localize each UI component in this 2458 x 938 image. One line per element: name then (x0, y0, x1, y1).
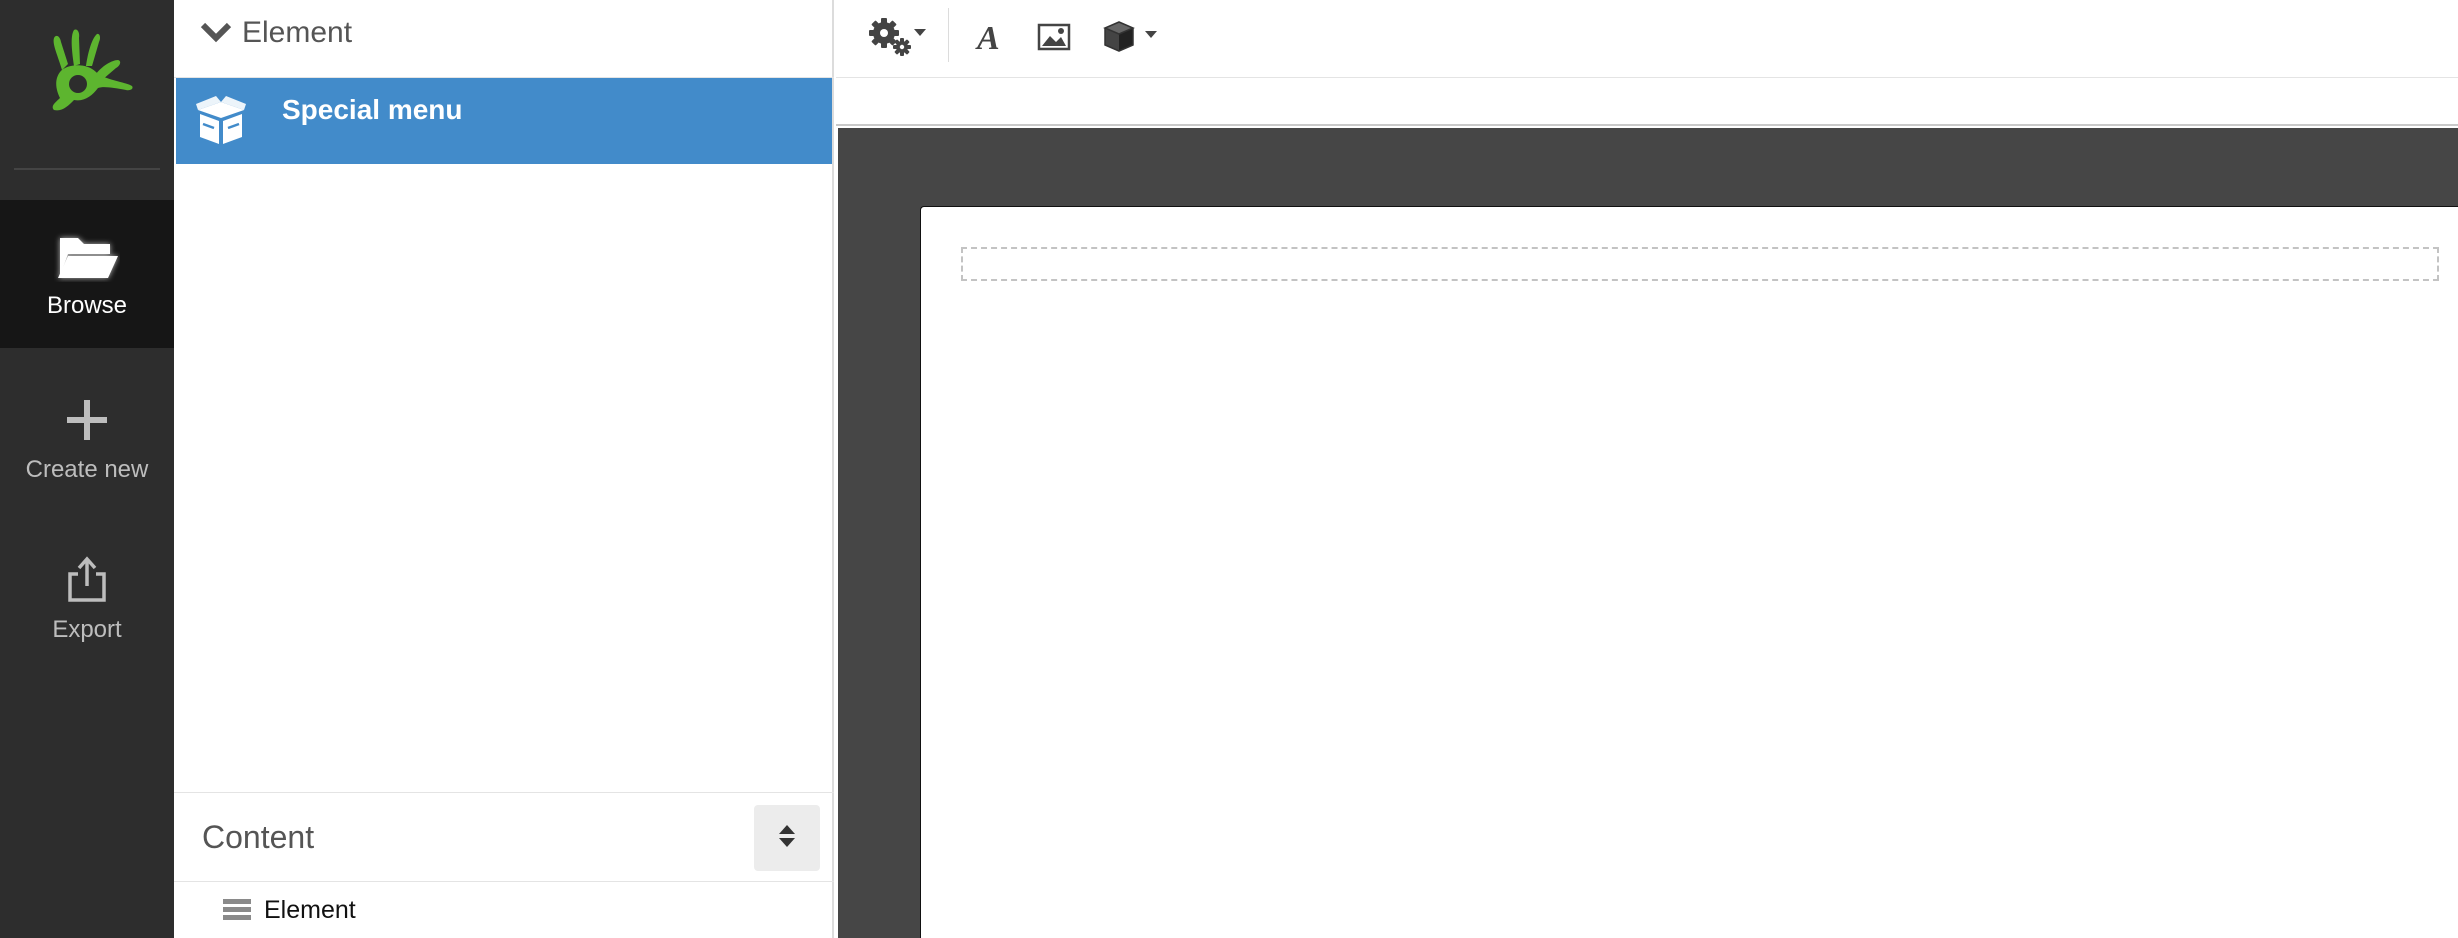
svg-text:A: A (975, 20, 1000, 55)
main-navigation: Browse Create new Export (0, 0, 174, 938)
canvas-stage (838, 128, 2458, 938)
gears-icon (864, 15, 928, 64)
content-list-item-label: Element (264, 896, 356, 924)
image-icon (1037, 23, 1071, 56)
tree-header[interactable]: Element (174, 0, 834, 78)
sort-icon (778, 823, 796, 854)
app-logo[interactable] (0, 0, 174, 168)
green-hand-logo-icon (52, 29, 133, 111)
content-list-item[interactable]: Element (174, 882, 834, 938)
document-page[interactable] (920, 206, 2458, 938)
logo-divider (14, 168, 160, 170)
content-section-title: Content (202, 819, 315, 855)
cube-icon (1103, 19, 1161, 60)
open-box-icon (194, 94, 248, 151)
nav-browse[interactable]: Browse (0, 200, 174, 348)
nav-export[interactable]: Export (0, 524, 174, 672)
plus-icon (0, 392, 174, 448)
sort-button[interactable] (754, 805, 820, 871)
nav-create-new[interactable]: Create new (0, 364, 174, 512)
content-section-header: Content (174, 792, 834, 882)
tree-header-title: Element (242, 16, 353, 49)
element-tree-panel: Element Special menu Content Element (174, 0, 834, 938)
nav-create-new-label: Create new (25, 456, 149, 483)
tree-item-label: Special menu (282, 94, 463, 125)
chevron-down-icon[interactable] (200, 20, 232, 49)
export-icon (0, 552, 174, 608)
drop-zone[interactable] (961, 247, 2439, 281)
editor-toolbar: A (836, 0, 2458, 78)
font-icon: A (973, 19, 1007, 60)
nav-browse-label: Browse (46, 292, 128, 319)
list-icon (222, 898, 252, 927)
component-dropdown-button[interactable] (1102, 14, 1162, 64)
toolbar-divider (948, 8, 949, 62)
editor-area: A (836, 0, 2458, 938)
editor-subbar (836, 78, 2458, 126)
nav-export-label: Export (52, 616, 122, 643)
text-button[interactable]: A (970, 14, 1010, 64)
settings-dropdown-button[interactable] (862, 14, 930, 64)
tree-item-special-menu[interactable]: Special menu (176, 78, 832, 164)
open-folder-icon (0, 228, 174, 284)
image-button[interactable] (1034, 14, 1074, 64)
